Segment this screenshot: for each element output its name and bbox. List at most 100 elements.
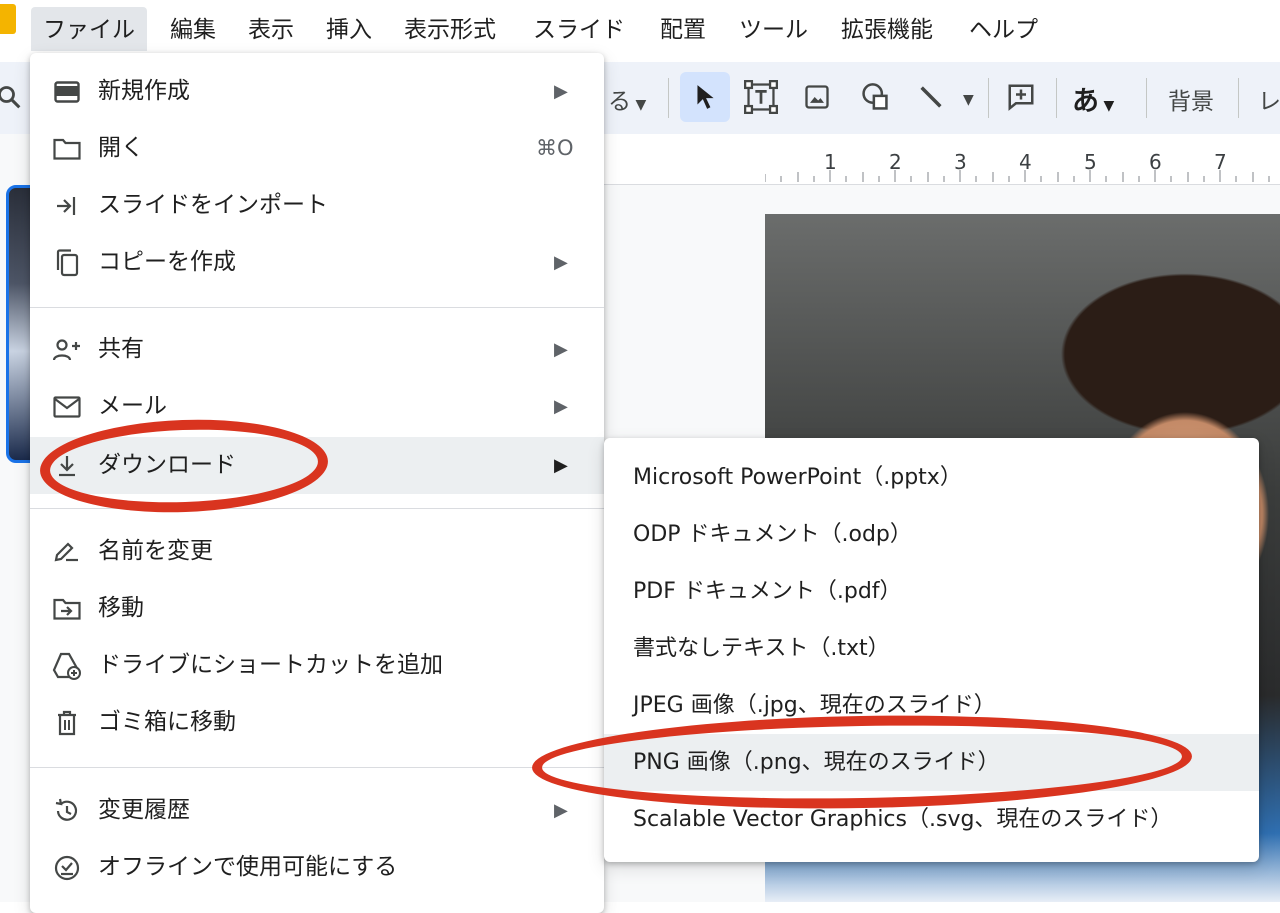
dropdown-caret-icon: ▼ bbox=[631, 97, 647, 113]
file-menu: 新規作成 ▶ 開く ⌘O スライドをインポート コピーを作成 ▶ 共有 ▶ メー bbox=[30, 53, 604, 913]
menu-item-label: 共有 bbox=[98, 336, 144, 362]
insert-image-button[interactable] bbox=[792, 72, 842, 122]
folder-icon bbox=[52, 136, 82, 162]
ruler-number: 7 bbox=[1214, 150, 1227, 174]
menu-item-offline[interactable]: オフラインで使用可能にする bbox=[30, 839, 604, 896]
menu-insert[interactable]: 挿入 bbox=[314, 7, 384, 51]
menu-item-move[interactable]: 移動 bbox=[30, 580, 604, 637]
menu-item-label: メール bbox=[98, 393, 167, 419]
menu-item-make-copy[interactable]: コピーを作成 ▶ bbox=[30, 234, 604, 291]
comment-add-icon bbox=[1008, 84, 1034, 111]
image-icon bbox=[805, 85, 829, 109]
download-txt[interactable]: 書式なしテキスト（.txt） bbox=[604, 620, 1259, 677]
background-button[interactable]: 背景 bbox=[1168, 82, 1214, 116]
folder-move-icon bbox=[52, 596, 82, 622]
line-dropdown-caret-icon[interactable]: ▼ bbox=[963, 92, 974, 108]
layout-button[interactable]: レ bbox=[1258, 82, 1280, 116]
text-box-button[interactable] bbox=[736, 72, 786, 122]
menu-item-open[interactable]: 開く ⌘O bbox=[30, 120, 604, 177]
toolbar-partial-label[interactable]: る ▼ bbox=[608, 82, 646, 116]
menu-item-label: ドライブにショートカットを追加 bbox=[98, 652, 443, 678]
shapes-icon bbox=[862, 83, 888, 110]
download-odp[interactable]: ODP ドキュメント（.odp） bbox=[604, 506, 1259, 563]
menu-item-version-history[interactable]: 変更履歴 ▶ bbox=[30, 782, 604, 839]
menu-divider bbox=[30, 508, 604, 509]
menu-item-email[interactable]: メール ▶ bbox=[30, 378, 604, 435]
search-icon[interactable] bbox=[0, 84, 24, 112]
submenu-arrow-icon: ▶ bbox=[554, 455, 568, 476]
ruler-number: 5 bbox=[1084, 150, 1097, 174]
menu-format[interactable]: 表示形式 bbox=[392, 7, 508, 51]
menu-item-label: ゴミ箱に移動 bbox=[98, 709, 236, 735]
ruler-number: 1 bbox=[824, 150, 837, 174]
copy-icon bbox=[52, 249, 82, 277]
menu-item-import-slides[interactable]: スライドをインポート bbox=[30, 177, 604, 234]
menu-slide[interactable]: スライド bbox=[521, 7, 637, 51]
download-jpg[interactable]: JPEG 画像（.jpg、現在のスライド） bbox=[604, 677, 1259, 734]
insert-comment-button[interactable] bbox=[996, 72, 1046, 122]
menu-tools[interactable]: ツール bbox=[727, 7, 820, 51]
menu-item-label: コピーを作成 bbox=[98, 249, 236, 275]
menu-arrange[interactable]: 配置 bbox=[648, 7, 718, 51]
ruler-number: 6 bbox=[1149, 150, 1162, 174]
text-box-icon bbox=[744, 80, 778, 114]
submenu-arrow-icon: ▶ bbox=[554, 81, 568, 102]
menu-item-trash[interactable]: ゴミ箱に移動 bbox=[30, 694, 604, 751]
menu-help[interactable]: ヘルプ bbox=[957, 7, 1050, 51]
new-presentation-icon bbox=[52, 79, 82, 105]
toolbar-partial-text: る bbox=[608, 89, 631, 115]
ruler-number: 2 bbox=[889, 150, 902, 174]
select-tool-button[interactable] bbox=[680, 72, 730, 122]
menu-divider bbox=[30, 307, 604, 308]
rename-pencil-icon bbox=[52, 539, 82, 565]
download-svg[interactable]: Scalable Vector Graphics（.svg、現在のスライド） bbox=[604, 791, 1259, 848]
submenu-item-label: ODP ドキュメント（.odp） bbox=[633, 522, 912, 547]
submenu-arrow-icon: ▶ bbox=[554, 339, 568, 360]
offline-check-icon bbox=[52, 855, 82, 881]
menu-item-label: 変更履歴 bbox=[98, 797, 190, 823]
menu-item-label: スライドをインポート bbox=[98, 192, 328, 218]
toolbar-divider bbox=[1238, 78, 1239, 118]
toolbar-divider bbox=[1146, 78, 1147, 118]
menu-divider bbox=[30, 767, 604, 768]
toolbar-divider bbox=[988, 78, 989, 118]
slides-logo-icon[interactable] bbox=[0, 4, 16, 34]
menu-item-label: 新規作成 bbox=[98, 78, 190, 104]
menu-edit[interactable]: 編集 bbox=[158, 7, 228, 51]
line-tool-button[interactable] bbox=[906, 72, 956, 122]
menu-item-share[interactable]: 共有 ▶ bbox=[30, 321, 604, 378]
download-png[interactable]: PNG 画像（.png、現在のスライド） bbox=[604, 734, 1259, 791]
menu-extensions[interactable]: 拡張機能 bbox=[829, 7, 945, 51]
horizontal-ruler: 1 2 3 4 5 6 7 bbox=[600, 134, 1280, 185]
menu-item-label: 名前を変更 bbox=[98, 538, 213, 564]
submenu-item-label: Microsoft PowerPoint（.pptx） bbox=[633, 465, 962, 490]
submenu-item-label: PDF ドキュメント（.pdf） bbox=[633, 579, 902, 604]
menu-view[interactable]: 表示 bbox=[236, 7, 306, 51]
submenu-arrow-icon: ▶ bbox=[554, 800, 568, 821]
submenu-arrow-icon: ▶ bbox=[554, 396, 568, 417]
menu-item-rename[interactable]: 名前を変更 bbox=[30, 523, 604, 580]
menu-item-label: オフラインで使用可能にする bbox=[98, 854, 398, 880]
menu-item-download[interactable]: ダウンロード ▶ bbox=[30, 437, 604, 494]
menubar: ファイル 編集 表示 挿入 表示形式 スライド 配置 ツール 拡張機能 ヘルプ bbox=[0, 0, 1280, 60]
submenu-arrow-icon: ▶ bbox=[554, 252, 568, 273]
line-icon bbox=[920, 86, 942, 108]
trash-icon bbox=[52, 710, 82, 736]
submenu-item-label: 書式なしテキスト（.txt） bbox=[633, 636, 890, 661]
import-icon bbox=[52, 193, 82, 219]
text-style-label: あ bbox=[1072, 86, 1099, 117]
keyboard-shortcut: ⌘O bbox=[536, 136, 574, 160]
drive-shortcut-icon bbox=[52, 652, 82, 680]
menu-item-new[interactable]: 新規作成 ▶ bbox=[30, 63, 604, 120]
download-pptx[interactable]: Microsoft PowerPoint（.pptx） bbox=[604, 449, 1259, 506]
menu-file[interactable]: ファイル bbox=[31, 7, 147, 51]
menu-item-add-shortcut[interactable]: ドライブにショートカットを追加 bbox=[30, 637, 604, 694]
menu-item-label: 移動 bbox=[98, 595, 144, 621]
shape-button[interactable] bbox=[850, 72, 900, 122]
submenu-item-label: PNG 画像（.png、現在のスライド） bbox=[633, 750, 1000, 775]
text-style-button[interactable]: あ ▼ bbox=[1072, 79, 1114, 118]
download-pdf[interactable]: PDF ドキュメント（.pdf） bbox=[604, 563, 1259, 620]
submenu-item-label: JPEG 画像（.jpg、現在のスライド） bbox=[633, 693, 996, 718]
ruler-number: 4 bbox=[1019, 150, 1032, 174]
dropdown-caret-icon: ▼ bbox=[1099, 98, 1115, 114]
